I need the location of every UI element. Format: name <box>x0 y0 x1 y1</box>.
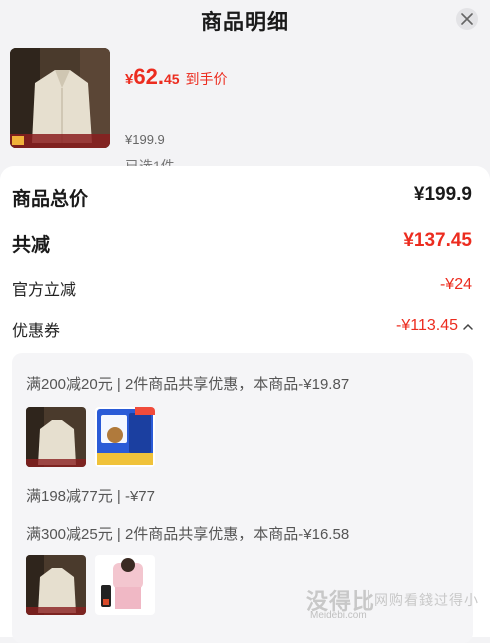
coupon-line: 满198减77元 | -¥77 <box>26 488 155 505</box>
coupon-product-image <box>26 407 86 467</box>
official-label: 官方立减 <box>12 282 77 299</box>
watermark-slogan: 网购看錢过得小 <box>374 592 479 608</box>
reduce-label: 共减 <box>12 235 51 256</box>
product-summary: ¥62.45到手价 ¥199.9 已选1件 <box>0 40 490 174</box>
official-value: -¥24 <box>439 276 472 293</box>
coupon-row[interactable]: 优惠券 -¥113.45 <box>12 317 474 343</box>
original-price: ¥199.9 <box>125 132 165 147</box>
page-title: 商品明细 <box>201 11 289 34</box>
total-label: 商品总价 <box>12 189 89 210</box>
price-integer: 62. <box>133 64 164 89</box>
coupon-product-image <box>26 555 86 615</box>
total-value: ¥199.9 <box>413 184 472 205</box>
coupon-product-image <box>95 407 155 467</box>
coupon-line: 满200减20元 | 2件商品共享优惠，本商品-¥19.87 <box>26 376 350 393</box>
close-icon <box>461 13 473 25</box>
header: 商品明细 <box>0 0 490 40</box>
coupon-line: 满300减25元 | 2件商品共享优惠，本商品-¥16.58 <box>26 526 350 543</box>
price-detail-card: 商品总价 ¥199.9 共减 ¥137.45 官方立减 -¥24 优惠券 -¥1… <box>0 166 490 643</box>
total-row: 商品总价 ¥199.9 <box>12 184 472 214</box>
chevron-up-icon[interactable] <box>462 322 474 332</box>
close-button[interactable] <box>456 8 478 30</box>
official-discount-row: 官方立减 -¥24 <box>12 276 472 302</box>
coupon-label: 优惠券 <box>12 323 61 340</box>
final-price: ¥62.45 到手价 <box>125 64 228 90</box>
watermark: 没得比 Meidebi.com 网购看錢过得小 <box>300 584 490 624</box>
watermark-domain: Meidebi.com <box>310 610 367 621</box>
coupon-product-image <box>95 555 155 615</box>
price-decimal: 45 <box>163 71 180 87</box>
coupon-value: -¥113.45 <box>396 317 458 334</box>
watermark-divider <box>368 590 369 608</box>
price-tag: 到手价 <box>185 71 228 87</box>
reduce-value: ¥137.45 <box>403 230 472 251</box>
reduce-row: 共减 ¥137.45 <box>12 230 472 260</box>
product-thumbnail[interactable] <box>10 48 110 148</box>
